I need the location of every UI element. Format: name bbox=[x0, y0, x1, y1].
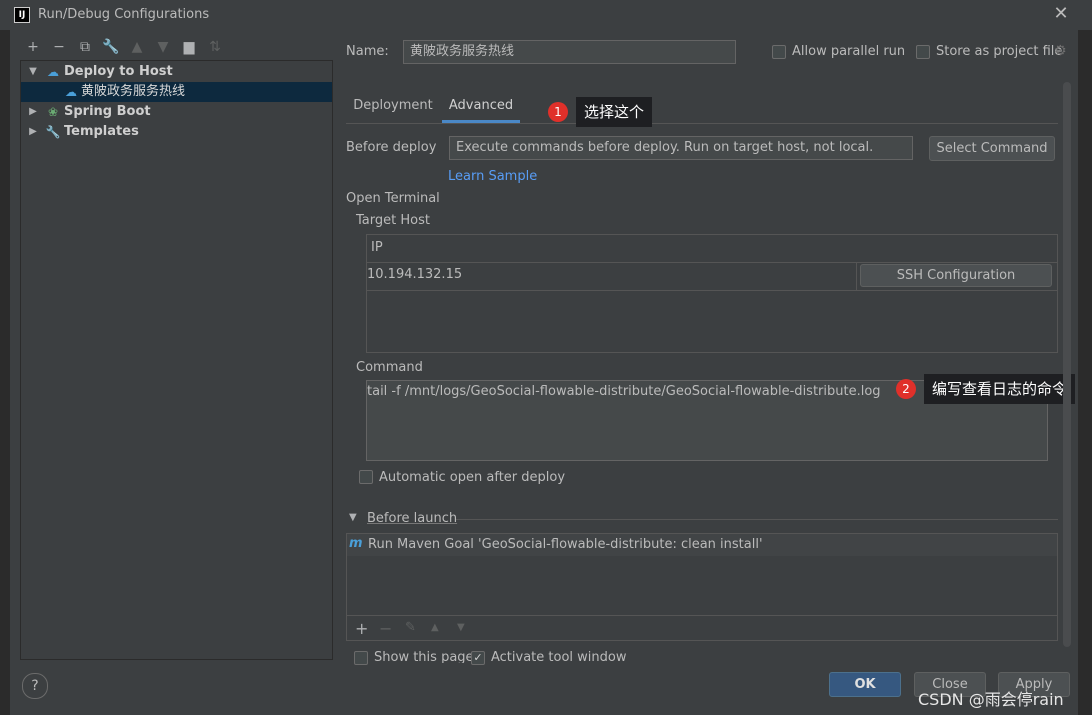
vertical-scrollbar[interactable] bbox=[1063, 82, 1071, 647]
move-down-icon[interactable]: ▼ bbox=[154, 38, 172, 56]
open-terminal-label: Open Terminal bbox=[346, 191, 440, 206]
window-title: Run/Debug Configurations bbox=[38, 7, 210, 22]
list-toolbar-divider bbox=[347, 615, 1057, 616]
chevron-down-icon[interactable]: ▼ bbox=[349, 512, 357, 523]
table-row-divider bbox=[367, 290, 1057, 291]
chevron-down-icon[interactable]: ▼ bbox=[27, 62, 39, 82]
table-column-divider bbox=[856, 262, 857, 290]
tree-item-label: Spring Boot bbox=[64, 104, 151, 119]
maven-icon: m bbox=[349, 536, 363, 551]
tab-advanced[interactable]: Advanced bbox=[442, 92, 520, 123]
add-icon[interactable]: + bbox=[355, 619, 368, 638]
cloud-upload-icon: ☁ bbox=[47, 65, 59, 79]
spring-boot-icon: ❀ bbox=[47, 105, 59, 119]
folder-icon[interactable]: ▆ bbox=[180, 38, 198, 56]
sort-icon[interactable]: ⇅ bbox=[206, 38, 224, 56]
wrench-icon[interactable]: 🔧 bbox=[102, 38, 120, 56]
name-field[interactable]: 黄陂政务服务热线 bbox=[403, 40, 736, 64]
name-label: Name: bbox=[346, 44, 389, 59]
chevron-right-icon[interactable]: ▶ bbox=[27, 122, 39, 142]
move-up-icon[interactable]: ▲ bbox=[128, 38, 146, 56]
background-editor-left bbox=[0, 30, 10, 715]
list-item[interactable]: m Run Maven Goal 'GeoSocial-flowable-dis… bbox=[347, 534, 1057, 556]
edit-icon[interactable]: ✎ bbox=[405, 620, 416, 635]
before-launch-label[interactable]: Before launch bbox=[367, 511, 457, 526]
table-header-divider bbox=[367, 262, 1057, 263]
chevron-right-icon[interactable]: ▶ bbox=[27, 102, 39, 122]
tree-item-spring-boot[interactable]: ▶ ❀ Spring Boot bbox=[21, 102, 332, 122]
activate-tool-label: Activate tool window bbox=[491, 650, 627, 663]
tabs-divider bbox=[346, 123, 1058, 124]
annotation-callout-2: 编写查看日志的命令 bbox=[924, 374, 1076, 404]
learn-sample-link[interactable]: Learn Sample bbox=[448, 169, 537, 184]
tab-deployment[interactable]: Deployment bbox=[350, 92, 436, 120]
cloud-upload-icon: ☁ bbox=[65, 85, 77, 99]
target-host-label: Target Host bbox=[356, 213, 430, 228]
add-icon[interactable]: + bbox=[24, 38, 42, 56]
move-up-icon[interactable]: ▲ bbox=[431, 622, 439, 633]
move-down-icon[interactable]: ▼ bbox=[457, 622, 465, 633]
before-deploy-label: Before deploy bbox=[346, 140, 437, 155]
store-project-label: Store as project file bbox=[936, 44, 1063, 59]
gear-icon[interactable]: ⚙ bbox=[1054, 43, 1067, 59]
before-launch-divider bbox=[456, 519, 1058, 520]
background-editor-right bbox=[1078, 30, 1092, 715]
close-icon[interactable]: ✕ bbox=[1052, 4, 1070, 24]
copy-icon[interactable]: ⧉ bbox=[76, 38, 94, 56]
tree-item-label: 黄陂政务服务热线 bbox=[81, 84, 186, 99]
maven-goal-label: Run Maven Goal 'GeoSocial-flowable-distr… bbox=[368, 537, 763, 552]
select-command-button[interactable]: Select Command bbox=[929, 136, 1055, 161]
remove-icon[interactable]: − bbox=[379, 619, 392, 638]
activate-tool-checkbox[interactable]: ✓ bbox=[471, 651, 485, 665]
remove-icon[interactable]: − bbox=[50, 38, 68, 56]
ip-column-header: IP bbox=[371, 240, 383, 255]
tree-item-selected-config[interactable]: ☁ 黄陂政务服务热线 bbox=[21, 82, 332, 102]
configuration-tree[interactable]: ▼ ☁ Deploy to Host ☁ 黄陂政务服务热线 ▶ ❀ Spring… bbox=[20, 60, 333, 660]
tree-item-templates[interactable]: ▶ 🔧 Templates bbox=[21, 122, 332, 142]
tree-item-label: Deploy to Host bbox=[64, 64, 173, 79]
annotation-callout-1: 选择这个 bbox=[576, 97, 653, 127]
tree-item-deploy-to-host[interactable]: ▼ ☁ Deploy to Host bbox=[21, 62, 332, 82]
before-launch-list[interactable]: m Run Maven Goal 'GeoSocial-flowable-dis… bbox=[346, 533, 1058, 641]
ssh-configuration-button[interactable]: SSH Configuration bbox=[860, 264, 1052, 287]
annotation-badge-2: 2 bbox=[896, 379, 916, 399]
store-project-checkbox[interactable] bbox=[916, 45, 930, 59]
before-deploy-field[interactable]: Execute commands before deploy. Run on t… bbox=[449, 136, 913, 160]
help-button[interactable]: ? bbox=[22, 673, 48, 699]
csdn-watermark: CSDN @雨会停rain bbox=[918, 690, 1064, 709]
allow-parallel-label: Allow parallel run bbox=[792, 44, 906, 59]
ip-value[interactable]: 10.194.132.15 bbox=[367, 267, 462, 282]
command-label: Command bbox=[356, 360, 423, 375]
auto-open-checkbox[interactable] bbox=[359, 470, 373, 484]
auto-open-label: Automatic open after deploy bbox=[379, 470, 566, 485]
show-page-checkbox[interactable] bbox=[354, 651, 368, 665]
wrench-icon: 🔧 bbox=[45, 125, 61, 139]
ok-button[interactable]: OK bbox=[829, 672, 901, 697]
tree-item-label: Templates bbox=[64, 124, 139, 139]
annotation-badge-1: 1 bbox=[548, 102, 568, 122]
show-page-label: Show this page bbox=[374, 650, 474, 663]
target-host-table[interactable]: IP 10.194.132.15 SSH Configuration bbox=[366, 234, 1058, 353]
allow-parallel-checkbox[interactable] bbox=[772, 45, 786, 59]
intellij-app-icon: IJ bbox=[14, 7, 30, 23]
